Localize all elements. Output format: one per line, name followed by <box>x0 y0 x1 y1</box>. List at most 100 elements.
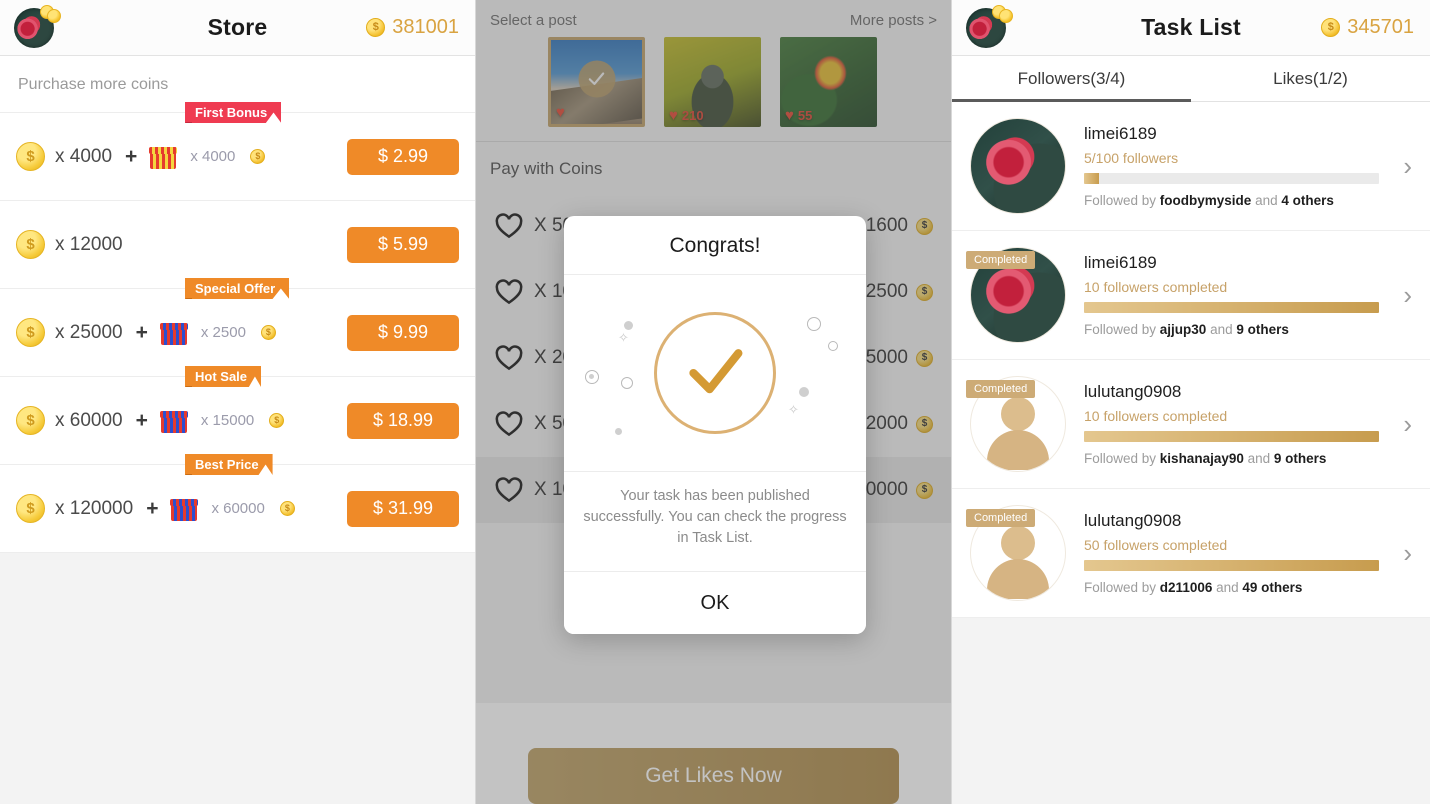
gift-icon <box>170 497 199 521</box>
like-count-value: 55 <box>797 108 813 123</box>
coin-icon: $ <box>916 217 933 235</box>
task-row[interactable]: limei6189 5/100 followers Followed by food… <box>952 102 1430 231</box>
store-item-row[interactable]: Best Price $ x 120000 + x 60000 $ $ 31.99 <box>0 454 475 553</box>
store-empty-area <box>0 553 475 804</box>
follower-name: foodbymyside <box>1159 193 1252 208</box>
store-item-contents: $ x 12000 <box>16 230 123 259</box>
task-progress-label: 10 followers completed <box>1084 408 1228 424</box>
coin-icon: $ <box>916 481 933 499</box>
more-posts-link[interactable]: More posts > <box>850 12 937 29</box>
coin-quantity: x 4000 <box>55 145 113 167</box>
heart-icon: ♥ <box>785 107 794 124</box>
purchase-price-button[interactable]: $ 9.99 <box>347 314 459 351</box>
task-row[interactable]: Completed lulutang0908 50 followers comple… <box>952 489 1430 618</box>
task-empty-area <box>952 618 1430 804</box>
coin-icon: $ <box>16 318 45 347</box>
task-followed-by: Followed by ajjup30 and 9 others <box>1084 322 1289 337</box>
decor-dot <box>589 374 594 379</box>
coin-icon: $ <box>916 283 933 301</box>
task-avatar: Completed <box>966 376 1066 472</box>
decor-dot <box>615 428 622 435</box>
task-coin-balance[interactable]: $ 345701 <box>1321 16 1414 39</box>
task-progress-label: 10 followers completed <box>1084 279 1228 295</box>
task-progress-fill <box>1084 173 1099 184</box>
tab-followers[interactable]: Followers(3/4) <box>952 56 1191 102</box>
store-item-row[interactable]: $ x 12000 $ 5.99 <box>0 201 475 289</box>
decor-dot <box>807 317 821 331</box>
select-post-label: Select a post <box>490 12 577 29</box>
coin-icon: $ <box>250 149 266 164</box>
task-row[interactable]: Completed lulutang0908 10 followers comple… <box>952 360 1430 489</box>
task-row-list: limei6189 5/100 followers Followed by food… <box>952 102 1430 618</box>
post-thumbnail[interactable]: ♥ 55 <box>780 37 877 127</box>
decor-dot <box>624 321 633 330</box>
gift-icon <box>159 321 188 345</box>
chevron-right-icon[interactable]: › <box>1397 409 1418 440</box>
get-likes-now-button[interactable]: Get Likes Now <box>528 748 899 804</box>
task-username: lulutang0908 <box>1084 382 1182 401</box>
task-profile-avatar[interactable] <box>966 4 1013 51</box>
store-coin-balance[interactable]: $ 381001 <box>366 16 459 39</box>
decor-dot <box>621 377 633 389</box>
chevron-right-icon[interactable]: › <box>1397 538 1418 569</box>
store-item-list: First Bonus $ x 4000 + x 4000 $ $ 2.99 $ x 12000… <box>0 102 475 553</box>
task-progress-label: 5/100 followers <box>1084 150 1179 166</box>
task-username: limei6189 <box>1084 253 1157 272</box>
store-screen: Store $ 381001 Purchase more coins First… <box>0 0 476 804</box>
store-item-row[interactable]: Special Offer $ x 25000 + x 2500 $ $ 9.99 <box>0 278 475 377</box>
coin-icon: $ <box>16 230 45 259</box>
task-tab-bar: Followers(3/4) Likes(1/2) <box>952 56 1430 102</box>
other-followers-count: 9 others <box>1236 322 1289 337</box>
task-avatar <box>970 118 1066 214</box>
task-row[interactable]: Completed limei6189 10 followers completed… <box>952 231 1430 360</box>
store-item-contents: $ x 120000 + x 60000 $ <box>16 494 295 523</box>
bonus-quantity: x 2500 <box>200 324 246 341</box>
store-profile-avatar[interactable] <box>14 4 61 51</box>
store-item-row[interactable]: First Bonus $ x 4000 + x 4000 $ $ 2.99 <box>0 102 475 201</box>
task-balance-amount: 345701 <box>1347 16 1414 38</box>
heart-outline-icon <box>495 279 523 305</box>
follower-name: d211006 <box>1159 580 1213 595</box>
cost-value: 5000 <box>865 347 908 368</box>
task-progress-fill <box>1084 302 1380 313</box>
tab-likes[interactable]: Likes(1/2) <box>1191 56 1430 101</box>
task-avatar: Completed <box>966 247 1066 343</box>
heart-outline-icon <box>495 345 523 371</box>
store-item-row[interactable]: Hot Sale $ x 60000 + x 15000 $ $ 18.99 <box>0 366 475 465</box>
post-thumbnail[interactable]: ♥ 210 <box>664 37 761 127</box>
like-package-cost: 5000 $ <box>866 347 933 369</box>
checkmark-icon <box>689 349 743 394</box>
task-details: limei6189 5/100 followers Followed by food… <box>1084 124 1380 208</box>
congrats-dialog: Congrats! ✧ ✧ Your task has been publish… <box>564 216 866 635</box>
post-like-count: ♥ 55 <box>785 108 812 123</box>
chevron-right-icon[interactable]: › <box>1397 280 1418 311</box>
post-thumbnail-strip: ♥ ♥ 210 ♥ 55 <box>476 37 951 141</box>
coin-icon: $ <box>16 406 45 435</box>
selected-check-icon <box>578 60 615 98</box>
heart-outline-icon <box>495 213 523 239</box>
purchase-price-button[interactable]: $ 5.99 <box>347 226 459 263</box>
coin-icon: $ <box>279 501 295 516</box>
task-progress-bar <box>1084 302 1380 313</box>
bonus-quantity: x 60000 <box>211 500 265 517</box>
task-progress-fill <box>1084 431 1380 442</box>
post-thumbnail[interactable]: ♥ <box>548 37 645 127</box>
purchase-price-button[interactable]: $ 2.99 <box>347 138 459 175</box>
follower-name: ajjup30 <box>1159 322 1207 337</box>
decor-dot <box>799 387 809 397</box>
coin-icon: $ <box>16 494 45 523</box>
task-username: limei6189 <box>1084 124 1157 143</box>
cost-value: 1600 <box>865 215 908 236</box>
promo-ribbon: First Bonus <box>185 102 282 123</box>
decor-sparkle: ✧ <box>788 402 799 417</box>
dialog-ok-button[interactable]: OK <box>564 572 866 635</box>
decor-sparkle: ✧ <box>618 330 629 345</box>
cost-value: 2500 <box>865 281 908 302</box>
purchase-price-button[interactable]: $ 31.99 <box>347 490 459 527</box>
decor-dot <box>828 341 838 351</box>
task-followed-by: Followed by d211006 and 49 others <box>1084 580 1303 595</box>
store-balance-amount: 381001 <box>392 16 459 38</box>
purchase-price-button[interactable]: $ 18.99 <box>347 402 459 439</box>
task-avatar: Completed <box>966 505 1066 601</box>
chevron-right-icon[interactable]: › <box>1397 151 1418 182</box>
